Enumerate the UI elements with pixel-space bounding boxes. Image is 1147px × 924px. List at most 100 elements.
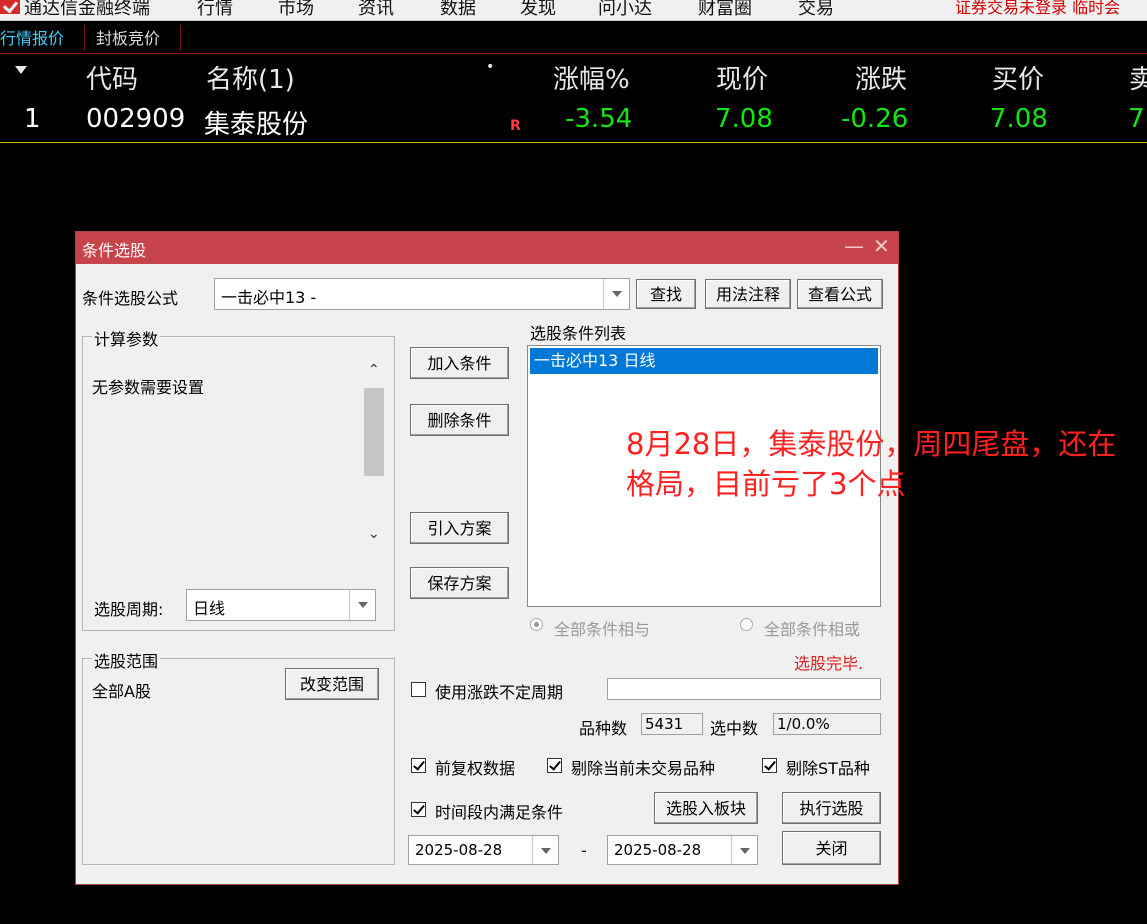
params-group-label: 计算参数 bbox=[92, 326, 161, 350]
chevron-down-icon[interactable] bbox=[731, 836, 757, 864]
delete-condition-button[interactable]: 删除条件 bbox=[410, 404, 509, 436]
row-name: 集泰股份 bbox=[204, 110, 309, 140]
dialog-title: 条件选股 bbox=[82, 241, 147, 260]
sort-down-icon[interactable] bbox=[15, 66, 27, 74]
header-price[interactable]: 现价 bbox=[716, 59, 768, 96]
scroll-down-icon[interactable]: ⌄ bbox=[368, 526, 380, 542]
menu-item-discover[interactable]: 发现 bbox=[520, 0, 556, 20]
condition-screening-dialog: 条件选股 — ✕ 条件选股公式 一击必中13 - 查找 用法注释 查看公式 计算… bbox=[75, 231, 899, 885]
app-title: 通达信金融终端 bbox=[24, 0, 150, 19]
row-change: -0.26 bbox=[841, 104, 909, 134]
exclude-untraded-label: 剔除当前未交易品种 bbox=[571, 759, 716, 778]
date-from-picker[interactable]: 2025-08-28 bbox=[408, 835, 559, 865]
login-warning[interactable]: 证券交易未登录 临时会 bbox=[955, 0, 1120, 18]
menu-bar: 通达信金融终端 行情 市场 资讯 数据 发现 问小达 财富圈 交易 证券交易未登… bbox=[0, 0, 1147, 21]
params-text: 无参数需要设置 bbox=[92, 378, 205, 397]
radio-all-and-label: 全部条件相与 bbox=[554, 620, 651, 639]
menu-item-market[interactable]: 市场 bbox=[278, 0, 314, 20]
count-field: 5431 bbox=[641, 713, 703, 735]
scroll-thumb[interactable] bbox=[364, 388, 384, 476]
header-code[interactable]: 代码 bbox=[86, 59, 138, 96]
menu-item-news[interactable]: 资讯 bbox=[358, 0, 394, 20]
annotation-note: 8月28日，集泰股份，周四尾盘，还在格局，目前亏了3个点 bbox=[626, 427, 1117, 501]
header-name[interactable]: 名称(1) bbox=[206, 59, 295, 96]
menu-item-wealth-circle[interactable]: 财富圈 bbox=[698, 0, 752, 20]
radio-all-or-label: 全部条件相或 bbox=[764, 620, 861, 639]
date-to-value: 2025-08-28 bbox=[614, 841, 702, 859]
radio-all-or[interactable] bbox=[740, 618, 753, 631]
formula-select[interactable]: 一击必中13 - bbox=[214, 278, 630, 310]
chevron-down-icon[interactable] bbox=[603, 279, 629, 309]
restore-data-checkbox[interactable] bbox=[411, 758, 426, 773]
status-text: 选股完毕. bbox=[794, 654, 864, 673]
date-to-picker[interactable]: 2025-08-28 bbox=[607, 835, 758, 865]
to-block-button[interactable]: 选股入板块 bbox=[654, 792, 758, 824]
app-logo-icon bbox=[0, 0, 20, 14]
header-change[interactable]: 涨跌 bbox=[855, 59, 907, 96]
formula-value: 一击必中13 - bbox=[221, 288, 317, 307]
period-label: 选股周期: bbox=[94, 600, 164, 619]
count-label: 品种数 bbox=[579, 719, 628, 738]
row-bid: 7.08 bbox=[990, 104, 1048, 134]
exclude-st-label: 剔除ST品种 bbox=[786, 759, 870, 778]
header-bid[interactable]: 买价 bbox=[992, 59, 1044, 96]
dialog-titlebar[interactable]: 条件选股 — ✕ bbox=[76, 232, 898, 264]
exclude-st-checkbox[interactable] bbox=[762, 758, 777, 773]
radio-all-and[interactable] bbox=[530, 618, 543, 631]
scroll-up-icon[interactable]: ⌃ bbox=[368, 362, 380, 378]
exclude-untraded-checkbox[interactable] bbox=[547, 758, 562, 773]
menu-item-ask[interactable]: 问小达 bbox=[598, 0, 652, 20]
quote-table-header: 代码 名称(1) • 涨幅% 现价 涨跌 买价 卖 bbox=[0, 53, 1147, 97]
view-formula-button[interactable]: 查看公式 bbox=[797, 279, 883, 309]
close-icon[interactable]: ✕ bbox=[873, 234, 890, 258]
date-from-value: 2025-08-28 bbox=[415, 841, 503, 859]
row-index: 1 bbox=[24, 104, 41, 134]
time-range-checkbox[interactable] bbox=[411, 802, 426, 817]
tab-divider bbox=[180, 25, 181, 51]
scope-value: 全部A股 bbox=[92, 682, 151, 701]
use-indefinite-checkbox[interactable] bbox=[411, 682, 426, 697]
menu-item-quotes[interactable]: 行情 bbox=[197, 0, 233, 20]
change-scope-button[interactable]: 改变范围 bbox=[285, 668, 379, 700]
params-scrollbar[interactable]: ⌃ ⌄ bbox=[363, 360, 385, 550]
margin-r-badge: R bbox=[510, 118, 521, 134]
condition-list-label: 选股条件列表 bbox=[530, 324, 627, 343]
menu-item-data[interactable]: 数据 bbox=[440, 0, 476, 20]
add-condition-button[interactable]: 加入条件 bbox=[410, 347, 509, 379]
indefinite-period-input[interactable] bbox=[607, 678, 881, 700]
find-button[interactable]: 查找 bbox=[636, 279, 696, 309]
time-range-label: 时间段内满足条件 bbox=[435, 803, 564, 822]
tab-quotes[interactable]: 行情报价 bbox=[0, 25, 64, 49]
period-select[interactable]: 日线 bbox=[186, 589, 376, 621]
selected-field: 1/0.0% bbox=[773, 713, 881, 735]
tab-limit-auction[interactable]: 封板竞价 bbox=[96, 25, 160, 49]
header-change-pct[interactable]: 涨幅% bbox=[553, 59, 630, 96]
import-scheme-button[interactable]: 引入方案 bbox=[410, 512, 509, 544]
list-item[interactable]: 一击必中13 日线 bbox=[530, 348, 878, 374]
header-ask[interactable]: 卖 bbox=[1129, 59, 1147, 96]
formula-label: 条件选股公式 bbox=[82, 289, 179, 308]
restore-data-label: 前复权数据 bbox=[435, 759, 516, 778]
save-scheme-button[interactable]: 保存方案 bbox=[410, 567, 509, 599]
close-button[interactable]: 关闭 bbox=[782, 831, 881, 865]
date-separator: - bbox=[581, 841, 587, 860]
execute-screening-button[interactable]: 执行选股 bbox=[782, 792, 881, 824]
period-value: 日线 bbox=[193, 599, 226, 618]
selected-value: 1/0.0% bbox=[777, 715, 830, 733]
menu-item-trade[interactable]: 交易 bbox=[798, 0, 834, 20]
row-code: 002909 bbox=[86, 104, 186, 134]
chevron-down-icon[interactable] bbox=[532, 836, 558, 864]
selected-label: 选中数 bbox=[710, 719, 759, 738]
use-indefinite-label: 使用涨跌不定周期 bbox=[435, 683, 564, 702]
count-value: 5431 bbox=[645, 715, 684, 733]
minimize-icon[interactable]: — bbox=[844, 234, 864, 258]
row-change-pct: -3.54 bbox=[565, 104, 633, 134]
chevron-down-icon[interactable] bbox=[349, 590, 375, 620]
usage-notes-button[interactable]: 用法注释 bbox=[705, 279, 791, 309]
scope-group-label: 选股范围 bbox=[92, 648, 161, 672]
tab-bar: 行情报价 封板竞价 bbox=[0, 21, 1147, 54]
row-price: 7.08 bbox=[715, 104, 773, 134]
table-row[interactable]: 1 002909 集泰股份 R -3.54 7.08 -0.26 7.08 7. bbox=[0, 98, 1147, 143]
tab-divider bbox=[84, 25, 85, 51]
header-dot[interactable]: • bbox=[486, 59, 494, 75]
